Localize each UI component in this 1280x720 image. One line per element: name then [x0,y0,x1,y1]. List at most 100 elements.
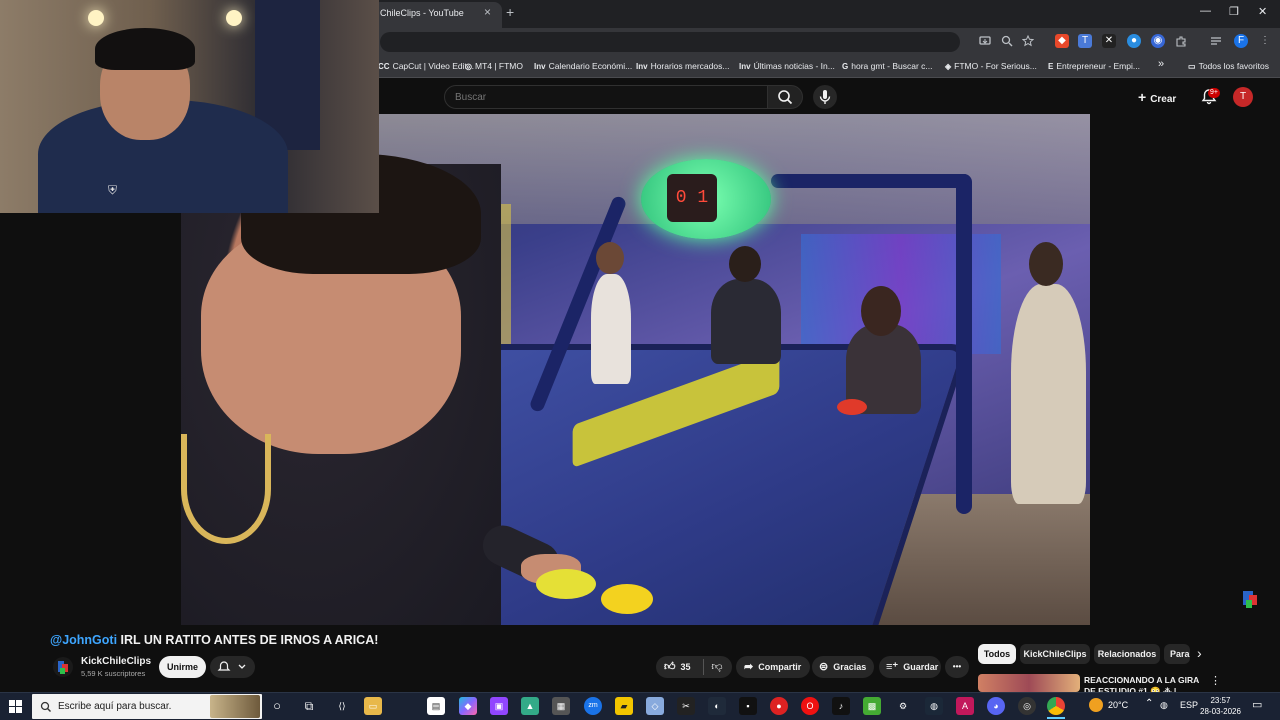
voice-search-button[interactable] [813,85,837,109]
profile-avatar-icon[interactable]: F [1234,34,1248,48]
settings-gear-icon[interactable]: ⚙ [894,697,912,715]
copilot-icon[interactable]: ◆ [459,697,477,715]
search-input[interactable] [444,85,768,109]
search-highlight-image [210,695,260,718]
tab-close-icon[interactable]: × [484,5,491,19]
steam-icon[interactable]: ◍ [925,697,943,715]
person-background-4-head [1029,242,1063,286]
window-restore-button[interactable]: ❐ [1229,5,1239,18]
search-button[interactable] [767,85,803,109]
person-background-3-head [861,286,901,336]
bookmark-noticias[interactable]: Inv Últimas noticias - In... [739,61,835,71]
extensions-puzzle-icon[interactable] [1175,35,1187,47]
reading-list-icon[interactable] [1210,35,1222,47]
notification-center-icon[interactable]: ▭ [1252,698,1262,711]
share-button[interactable]: ➦ Compartir [736,656,810,678]
search-icon [778,90,793,105]
chip-related[interactable]: Relacionados [1094,644,1160,664]
app-icon-triangle[interactable]: ▲ [521,697,539,715]
title-mention-link[interactable]: @JohnGoti [50,633,117,647]
minecraft-icon[interactable]: ▩ [863,697,881,715]
url-field[interactable] [380,32,960,52]
app-icon-cube[interactable]: ◇ [646,697,664,715]
yellow-mallet [536,569,596,599]
join-button[interactable]: Unirme [159,656,206,678]
file-explorer-icon[interactable]: ▭ [364,697,382,715]
cortana-icon[interactable]: ○ [268,697,286,715]
bookmark-horarios[interactable]: Inv Horarios mercados... [636,61,729,71]
save-playlist-icon: ≡⁺ [886,661,899,673]
app-icon-dark[interactable]: ▪ [739,697,757,715]
score-display: 0 1 [667,174,717,222]
app-icon-circle[interactable]: ◎ [1018,697,1036,715]
task-view-icon[interactable]: ⧉ [300,697,318,715]
channel-name[interactable]: KickChileClips [81,656,151,667]
app-icon-mask[interactable]: ◐ [708,697,726,715]
dislike-icon[interactable]: 👎︎ [706,656,728,678]
capcut-icon[interactable]: ✂ [677,697,695,715]
discord-icon[interactable]: ◕ [987,697,1005,715]
more-actions-button[interactable]: ••• [945,656,969,678]
bookmark-star-icon[interactable] [1022,35,1034,47]
chip-channel[interactable]: KickChileClips [1020,644,1090,664]
bookmark-entrepreneur[interactable]: E Entrepreneur - Empi... [1048,61,1140,71]
weather-sun-icon[interactable] [1089,698,1103,712]
yellow-puck [601,584,653,614]
twitch-icon[interactable]: ▣ [490,697,508,715]
taskbar-search-placeholder: Escribe aquí para buscar. [58,701,172,712]
chips-next-arrow-icon[interactable]: › [1197,645,1202,661]
sticky-notes-icon[interactable]: ▰ [615,697,633,715]
bookmark-calendario[interactable]: Inv Calendario Económi... [534,61,632,71]
app-icon-grid[interactable]: ▦ [552,697,570,715]
extension-icon-3[interactable]: ✕ [1102,34,1116,48]
related-video-thumbnail[interactable] [978,674,1080,692]
all-bookmarks-folder[interactable]: ▭ Todos los favoritos [1188,61,1269,71]
opera-icon[interactable]: O [801,697,819,715]
create-button[interactable]: + Crear [1138,86,1188,108]
browser-menu-icon[interactable]: ⋮ [1258,34,1272,48]
extension-icon-4[interactable]: ● [1127,34,1141,48]
app-icon-a[interactable]: A [956,697,974,715]
subscriber-count: 5,59 K suscriptores [81,669,146,678]
related-video-title[interactable]: REACCIONANDO A LA GIRA DE ESTUDIO #1 😳 ⁂… [1084,675,1204,692]
install-app-icon[interactable] [979,35,991,47]
streamer-hair [95,28,195,70]
network-icon[interactable]: ◍ [1160,700,1168,711]
extension-icon-5[interactable]: ◉ [1151,34,1165,48]
bookmark-capcut[interactable]: CC CapCut | Video Edit... [378,61,474,71]
microphone-icon [819,90,831,104]
chrome-icon[interactable] [1047,697,1065,715]
bookmark-hora-gmt[interactable]: Ghora gmt - Buscar c... [842,61,932,71]
clock-date: 28-03-2026 [1200,707,1241,716]
bookmarks-more-icon[interactable]: » [1158,58,1164,70]
window-close-button[interactable]: ✕ [1258,5,1267,18]
windows-start-icon[interactable] [9,700,22,713]
tiktok-icon[interactable]: ♪ [832,697,850,715]
notepad-icon[interactable]: ▤ [427,697,445,715]
zoom-icon[interactable] [1001,35,1013,47]
extension-icon-1[interactable]: ◆ [1055,34,1069,48]
bookmark-mt4-ftmo[interactable]: ◎ MT4 | FTMO [465,61,523,71]
video-title: @JohnGoti IRL UN RATITO ANTES DE IRNOS A… [50,633,379,647]
related-video-menu-icon[interactable]: ⋮ [1210,674,1221,687]
thanks-button[interactable]: ⊜ Gracias [812,656,874,678]
taskbar-clock[interactable]: 23:57 28-03-2026 [1200,695,1241,717]
extension-translate-icon[interactable]: T [1078,34,1092,48]
table-arch-top [771,174,971,188]
account-avatar[interactable]: T [1233,87,1253,107]
app-icon-capcut[interactable]: ⟨⟩ [333,697,351,715]
weather-temperature[interactable]: 20°C [1108,700,1128,710]
keyboard-language[interactable]: ESP [1180,700,1198,710]
chip-for-you[interactable]: Para ti [1164,644,1190,664]
window-minimize-button[interactable]: — [1200,5,1211,17]
new-tab-button[interactable]: + [506,4,514,20]
zoom-app-icon[interactable]: zm [584,697,602,715]
chip-all[interactable]: Todos [978,644,1016,664]
app-icon-red[interactable]: ● [770,697,788,715]
channel-watermark-icon[interactable] [1241,588,1259,610]
bookmark-ftmo[interactable]: ◈ FTMO - For Serious... [945,61,1037,71]
save-button[interactable]: ≡⁺ Guardar [879,656,941,678]
notification-settings-button[interactable] [210,656,255,678]
tray-expand-icon[interactable]: ⌃ [1145,698,1153,709]
channel-avatar[interactable] [52,656,74,678]
